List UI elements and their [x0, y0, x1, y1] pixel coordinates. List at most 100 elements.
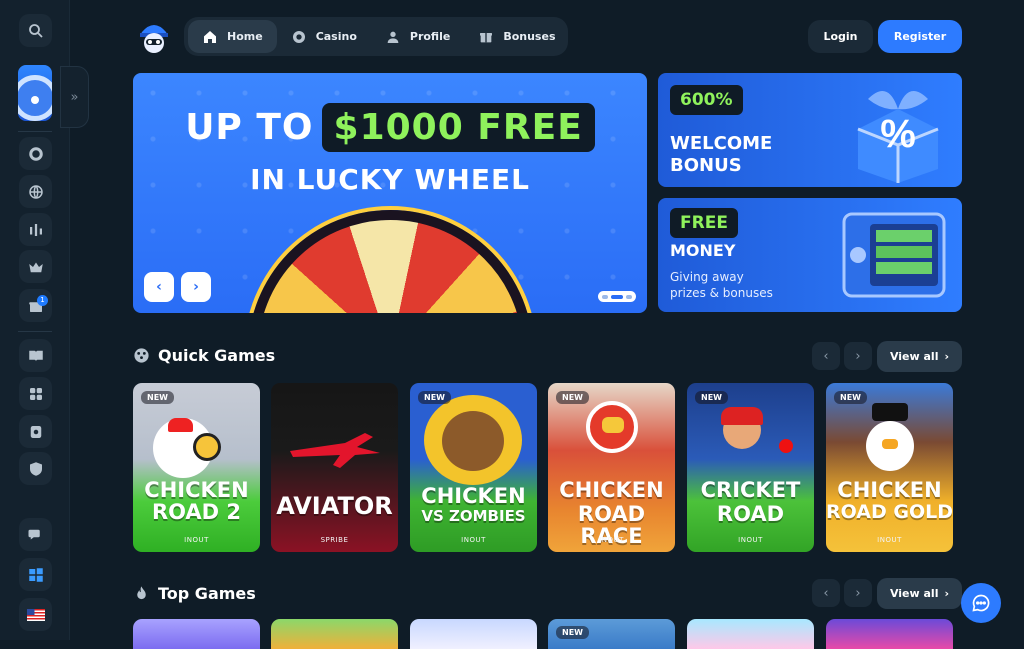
dice-icon: [134, 348, 149, 363]
game-provider: INOUT: [461, 536, 486, 544]
game-title-line1: CRICKET: [700, 478, 801, 502]
promo-welcome-bonus[interactable]: 600% WELCOME BONUS %: [658, 73, 962, 187]
game-title-line2: ROAD: [716, 502, 785, 526]
windows-icon: [28, 567, 43, 582]
promo-tag: 600%: [670, 85, 743, 115]
language-selector[interactable]: [19, 598, 52, 631]
game-title-line1: AVIATOR: [276, 492, 393, 520]
chip-icon: [292, 30, 305, 43]
hero-prev-button[interactable]: ‹: [144, 272, 174, 302]
user-icon: [387, 31, 399, 43]
nav-profile[interactable]: Profile: [371, 20, 464, 53]
shield-icon: [29, 461, 42, 476]
top-game-card[interactable]: NEW: [548, 619, 675, 649]
svg-text:%: %: [880, 112, 916, 156]
search-icon: [28, 23, 43, 38]
quick-games-heading: Quick Games: [133, 346, 275, 365]
hero-banner[interactable]: UP TO $1000 FREE IN LUCKY WHEEL ‹ ›: [133, 73, 647, 313]
nav-casino-label: Casino: [315, 30, 357, 43]
chevron-right-icon: ›: [855, 585, 861, 601]
top-games-view-all[interactable]: View all ›: [877, 578, 962, 609]
nav-casino[interactable]: Casino: [277, 20, 371, 53]
top-games-prev[interactable]: ‹: [812, 579, 840, 607]
game-card-chicken-road-gold[interactable]: NEW CHICKEN ROAD GOLD INOUT: [826, 383, 953, 552]
carousel-dot[interactable]: [626, 294, 632, 299]
sidebar-item-vip[interactable]: [19, 250, 52, 283]
chevron-left-icon: ‹: [823, 585, 829, 601]
nav-home[interactable]: Home: [188, 20, 277, 53]
book-icon: [28, 350, 43, 361]
register-button[interactable]: Register: [878, 20, 962, 53]
top-games-title: Top Games: [158, 584, 256, 603]
home-icon: [204, 30, 216, 43]
quick-games-next[interactable]: ›: [844, 342, 872, 370]
sidebar-item-games[interactable]: [19, 377, 52, 410]
login-button[interactable]: Login: [808, 20, 873, 53]
gift-icon: [480, 32, 493, 42]
sidebar-item-promo[interactable]: [19, 415, 52, 448]
game-title-line1: CHICKEN: [421, 484, 526, 508]
main-nav: Home Casino Profile Bonuses: [184, 17, 568, 56]
site-logo[interactable]: [137, 18, 171, 54]
puzzle-icon: [29, 387, 42, 400]
game-card-chicken-road-2[interactable]: NEW CHICKEN ROAD 2 INOUT: [133, 383, 260, 552]
download-windows-button[interactable]: [19, 558, 52, 591]
promo-title: MONEY: [670, 241, 736, 260]
top-game-card[interactable]: [826, 619, 953, 649]
quick-games-prev[interactable]: ‹: [812, 342, 840, 370]
live-chat-button[interactable]: [961, 583, 1001, 623]
sidebar-item-gifts[interactable]: [19, 289, 52, 322]
sidebar-item-trading[interactable]: [19, 213, 52, 246]
game-card-chicken-vs-zombies[interactable]: NEW CHICKEN VS ZOMBIES INOUT: [410, 383, 537, 552]
new-badge: NEW: [695, 391, 728, 404]
chevron-right-icon: ›: [944, 587, 950, 600]
hero-headline-highlight: $1000 FREE: [321, 103, 595, 152]
nav-bonuses[interactable]: Bonuses: [464, 20, 569, 53]
wheel-hub: [31, 96, 39, 104]
carousel-dot-active[interactable]: [611, 294, 623, 299]
promo-free-money[interactable]: FREE MONEY Giving away prizes & bonuses: [658, 198, 962, 312]
top-game-card[interactable]: [687, 619, 814, 649]
promo-tag: FREE: [670, 208, 738, 238]
sidebar-item-security[interactable]: [19, 452, 52, 485]
new-badge: NEW: [141, 391, 174, 404]
coupon-icon: [30, 425, 41, 438]
new-badge: NEW: [418, 391, 451, 404]
game-card-cricket-road[interactable]: NEW CRICKET ROAD INOUT: [687, 383, 814, 552]
sidebar-item-rules[interactable]: [19, 339, 52, 372]
game-title-line1: CHICKEN: [144, 478, 249, 502]
game-card-aviator[interactable]: AVIATOR SPRIBE: [271, 383, 398, 552]
new-badge: NEW: [556, 626, 589, 639]
game-card-chicken-road-race[interactable]: NEW CHICKEN ROAD RACE INOUT: [548, 383, 675, 552]
top-game-card[interactable]: [410, 619, 537, 649]
carousel-dots[interactable]: [598, 291, 636, 302]
fire-icon: [137, 586, 146, 600]
carousel-dot[interactable]: [602, 294, 608, 299]
quick-games-title: Quick Games: [158, 346, 276, 365]
search-button[interactable]: [19, 14, 52, 47]
sidebar-divider: [18, 331, 52, 332]
game-title-line2: ROAD 2: [151, 500, 242, 524]
top-game-card[interactable]: [271, 619, 398, 649]
game-title-line1: CHICKEN: [837, 478, 942, 502]
game-provider: INOUT: [877, 536, 902, 544]
chevron-right-icon: ›: [944, 350, 950, 363]
top-games-next[interactable]: ›: [844, 579, 872, 607]
game-provider: INOUT: [599, 536, 624, 544]
sidebar-item-live[interactable]: [19, 175, 52, 208]
sidebar-expand-button[interactable]: »: [60, 66, 89, 128]
sidebar-divider: [18, 131, 52, 132]
game-provider: INOUT: [738, 536, 763, 544]
support-chat-button[interactable]: [19, 518, 52, 551]
sidebar-item-casino[interactable]: [19, 137, 52, 170]
crown-icon: [28, 262, 43, 272]
quick-games-view-all[interactable]: View all ›: [877, 341, 962, 372]
top-game-card[interactable]: [133, 619, 260, 649]
nav-profile-label: Profile: [409, 30, 451, 43]
hero-headline-pre: UP TO: [185, 107, 314, 148]
hero-next-button[interactable]: ›: [181, 272, 211, 302]
nav-home-label: Home: [227, 30, 263, 43]
lucky-wheel-button[interactable]: [18, 65, 52, 121]
new-badge: NEW: [556, 391, 589, 404]
game-provider: INOUT: [184, 536, 209, 544]
